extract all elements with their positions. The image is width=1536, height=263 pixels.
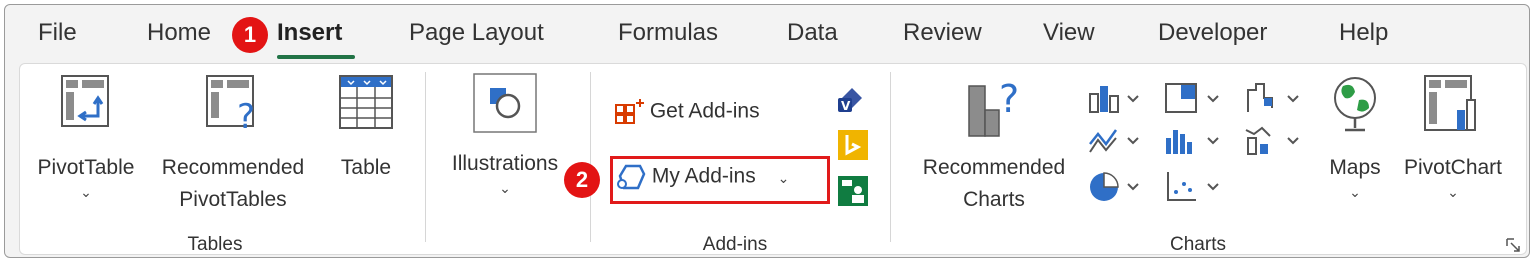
tab-review[interactable]: Review xyxy=(903,19,982,47)
group-label-tables: Tables xyxy=(187,234,243,255)
waterfall-chart-icon xyxy=(1247,83,1299,112)
recommended-pivottables-icon: ? xyxy=(206,75,255,132)
svg-text:?: ? xyxy=(999,77,1019,121)
recommended-charts-button[interactable]: ? Recommended Charts xyxy=(906,72,1082,216)
tab-page-layout[interactable]: Page Layout xyxy=(409,19,544,47)
recommended-pivottables-label-2: PivotTables xyxy=(179,188,287,211)
get-addins-button[interactable]: Get Add-ins xyxy=(614,97,760,127)
step-badge-1: 1 xyxy=(232,17,268,53)
tab-insert[interactable]: Insert xyxy=(277,19,342,47)
store-icon xyxy=(615,99,644,124)
recommended-pivottables-button[interactable]: ? Recommended PivotTables xyxy=(148,72,318,216)
line-chart-icon xyxy=(1089,129,1139,153)
group-separator xyxy=(890,72,891,242)
step-badge-2: 2 xyxy=(564,162,600,198)
svg-text:?: ? xyxy=(237,97,255,132)
group-separator xyxy=(590,72,591,242)
pivot-table-label: PivotTable xyxy=(37,156,135,179)
chevron-down-icon: ⌄ xyxy=(80,184,92,200)
statistic-chart-button[interactable] xyxy=(1164,124,1224,158)
group-label-addins: Add-ins xyxy=(702,234,768,255)
ribbon-tab-bar: File Home Insert Page Layout Formulas Da… xyxy=(5,5,1529,63)
tab-formulas[interactable]: Formulas xyxy=(618,19,718,47)
column-chart-icon xyxy=(1089,86,1139,113)
recommended-pivottables-label-1: Recommended xyxy=(161,156,305,179)
my-addins-highlight-box xyxy=(610,156,830,204)
scatter-chart-icon xyxy=(1167,172,1219,201)
histogram-chart-icon xyxy=(1166,130,1219,154)
tab-developer[interactable]: Developer xyxy=(1158,19,1267,47)
chevron-down-icon: ⌄ xyxy=(1447,184,1459,200)
active-tab-indicator xyxy=(277,55,355,59)
recommended-charts-label-2: Charts xyxy=(963,188,1025,211)
line-chart-button[interactable] xyxy=(1088,124,1144,158)
tab-data[interactable]: Data xyxy=(787,19,838,47)
column-chart-button[interactable] xyxy=(1088,82,1144,116)
globe-icon xyxy=(1334,77,1376,132)
illustrations-icon xyxy=(473,73,537,133)
tab-help[interactable]: Help xyxy=(1339,19,1388,47)
recommended-charts-icon: ? xyxy=(968,77,1019,137)
maps-button[interactable]: Maps ⌄ xyxy=(1320,72,1390,201)
pivot-chart-button[interactable]: PivotChart ⌄ xyxy=(1392,72,1514,201)
combo-chart-icon xyxy=(1245,126,1299,155)
people-graph-icon[interactable] xyxy=(836,174,870,208)
recommended-charts-label-1: Recommended xyxy=(922,156,1066,179)
illustrations-label: Illustrations xyxy=(451,152,559,175)
group-label-charts: Charts xyxy=(1170,234,1226,255)
excel-ribbon-frame: File Home Insert Page Layout Formulas Da… xyxy=(4,4,1530,258)
get-addins-label: Get Add-ins xyxy=(649,99,760,123)
pivot-table-icon xyxy=(61,75,109,127)
table-label: Table xyxy=(340,156,392,179)
dialog-launcher-icon[interactable] xyxy=(1506,238,1520,252)
ribbon-body: PivotTable ⌄ ? Recommended PivotTables T… xyxy=(19,63,1527,255)
tab-view[interactable]: View xyxy=(1043,19,1095,47)
maps-label: Maps xyxy=(1329,156,1381,179)
combo-chart-button[interactable] xyxy=(1244,124,1304,158)
chevron-down-icon: ⌄ xyxy=(499,180,511,196)
visio-icon[interactable]: V xyxy=(836,84,870,114)
pie-chart-button[interactable] xyxy=(1088,170,1144,204)
pivot-chart-label: PivotChart xyxy=(1403,156,1503,179)
pivot-table-button[interactable]: PivotTable ⌄ xyxy=(26,72,146,201)
svg-text:V: V xyxy=(841,99,851,113)
tab-file[interactable]: File xyxy=(38,19,77,47)
pivot-chart-icon xyxy=(1424,75,1476,131)
bing-maps-icon[interactable] xyxy=(836,128,870,162)
treemap-chart-icon xyxy=(1165,83,1219,113)
illustrations-button[interactable]: Illustrations ⌄ xyxy=(440,72,570,197)
table-icon xyxy=(339,75,393,129)
table-button[interactable]: Table xyxy=(326,72,406,184)
tab-home[interactable]: Home xyxy=(147,19,211,47)
waterfall-chart-button[interactable] xyxy=(1244,82,1304,116)
chevron-down-icon: ⌄ xyxy=(1349,184,1361,200)
scatter-chart-button[interactable] xyxy=(1164,170,1224,204)
pie-chart-icon xyxy=(1090,172,1139,201)
hierarchy-chart-button[interactable] xyxy=(1164,82,1224,116)
group-separator xyxy=(425,72,426,242)
